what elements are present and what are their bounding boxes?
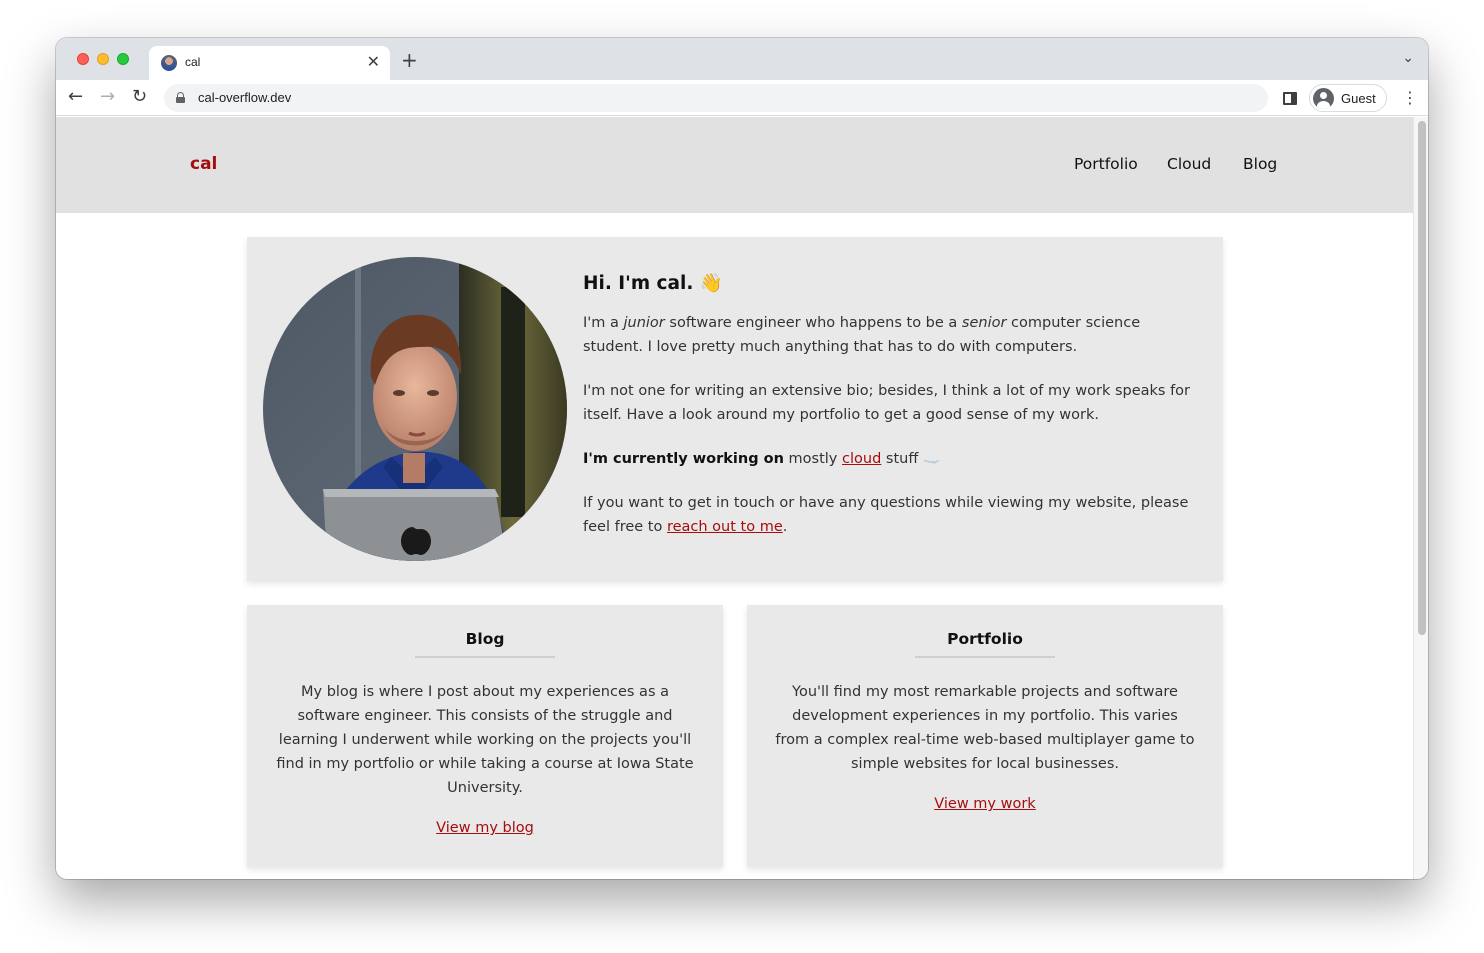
browser-toolbar: ← → ↻ cal-overflow.dev Guest ⋮ xyxy=(56,80,1428,116)
scrollbar-thumb[interactable] xyxy=(1418,121,1426,635)
view-blog-link[interactable]: View my blog xyxy=(436,820,534,836)
profile-button[interactable]: Guest xyxy=(1309,84,1387,112)
nav-link-cloud[interactable]: Cloud xyxy=(1167,155,1211,173)
view-work-link[interactable]: View my work xyxy=(934,796,1035,812)
vertical-scrollbar[interactable] xyxy=(1413,117,1428,879)
tab-active[interactable]: cal ✕ xyxy=(149,46,390,80)
senior-emphasis: senior xyxy=(961,315,1007,331)
portfolio-card-body: You'll find my most remarkable projects … xyxy=(775,684,1195,772)
close-window-button[interactable] xyxy=(77,53,89,65)
forward-arrow-icon[interactable]: → xyxy=(100,86,115,108)
minimize-window-button[interactable] xyxy=(97,53,109,65)
tab-strip: cal ✕ + ⌄ xyxy=(56,38,1428,80)
kebab-menu-icon[interactable]: ⋮ xyxy=(1402,88,1418,108)
contact-link[interactable]: reach out to me xyxy=(667,519,783,535)
junior-emphasis: junior xyxy=(623,315,665,331)
blog-card-body: My blog is where I post about my experie… xyxy=(276,684,694,796)
favicon-icon xyxy=(161,55,177,71)
cloud-link[interactable]: cloud xyxy=(842,451,881,467)
intro-heading: Hi. I'm cal. 👋 xyxy=(583,273,723,294)
intro-text: Hi. I'm cal. 👋 I'm a junior software eng… xyxy=(583,271,1203,559)
site-header: cal Portfolio Cloud Blog xyxy=(56,117,1413,213)
new-tab-icon[interactable]: + xyxy=(401,50,418,70)
cloud-emoji-text: stuff ☁️ xyxy=(881,451,941,467)
lock-icon[interactable] xyxy=(176,92,185,103)
tab-close-icon[interactable]: ✕ xyxy=(367,53,380,71)
tab-search-chevron-icon[interactable]: ⌄ xyxy=(1402,50,1414,66)
portfolio-card: Portfolio You'll find my most remarkable… xyxy=(747,605,1223,867)
intro-card: Hi. I'm cal. 👋 I'm a junior software eng… xyxy=(247,237,1223,581)
reload-icon[interactable]: ↻ xyxy=(132,86,147,108)
url-text[interactable]: cal-overflow.dev xyxy=(198,90,291,105)
blog-card-title: Blog xyxy=(415,628,555,658)
intro-paragraph-1: I'm a junior software engineer who happe… xyxy=(583,315,1141,355)
side-panel-icon[interactable] xyxy=(1283,92,1297,105)
contact-paragraph: If you want to get in touch or have any … xyxy=(583,495,1189,535)
zoom-window-button[interactable] xyxy=(117,53,129,65)
back-arrow-icon[interactable]: ← xyxy=(68,86,83,108)
currently-working-on: I'm currently working on mostly cloud st… xyxy=(583,451,941,467)
intro-paragraph-2: I'm not one for writing an extensive bio… xyxy=(583,383,1191,423)
currently-working-label: I'm currently working on xyxy=(583,451,784,467)
portfolio-card-title: Portfolio xyxy=(915,628,1055,658)
profile-photo xyxy=(263,257,567,561)
address-bar[interactable]: cal-overflow.dev xyxy=(164,84,1268,112)
nav-link-portfolio[interactable]: Portfolio xyxy=(1074,155,1138,173)
page-viewport: cal Portfolio Cloud Blog Hi. I'm cal. 👋 … xyxy=(56,117,1413,879)
profile-label: Guest xyxy=(1341,91,1376,106)
browser-window: cal ✕ + ⌄ ← → ↻ cal-overflow.dev Guest ⋮… xyxy=(56,38,1428,879)
site-logo[interactable]: cal xyxy=(190,154,217,174)
tab-title: cal xyxy=(185,55,201,69)
blog-card: Blog My blog is where I post about my ex… xyxy=(247,605,723,867)
guest-avatar-icon xyxy=(1313,88,1334,109)
nav-link-blog[interactable]: Blog xyxy=(1243,155,1277,173)
